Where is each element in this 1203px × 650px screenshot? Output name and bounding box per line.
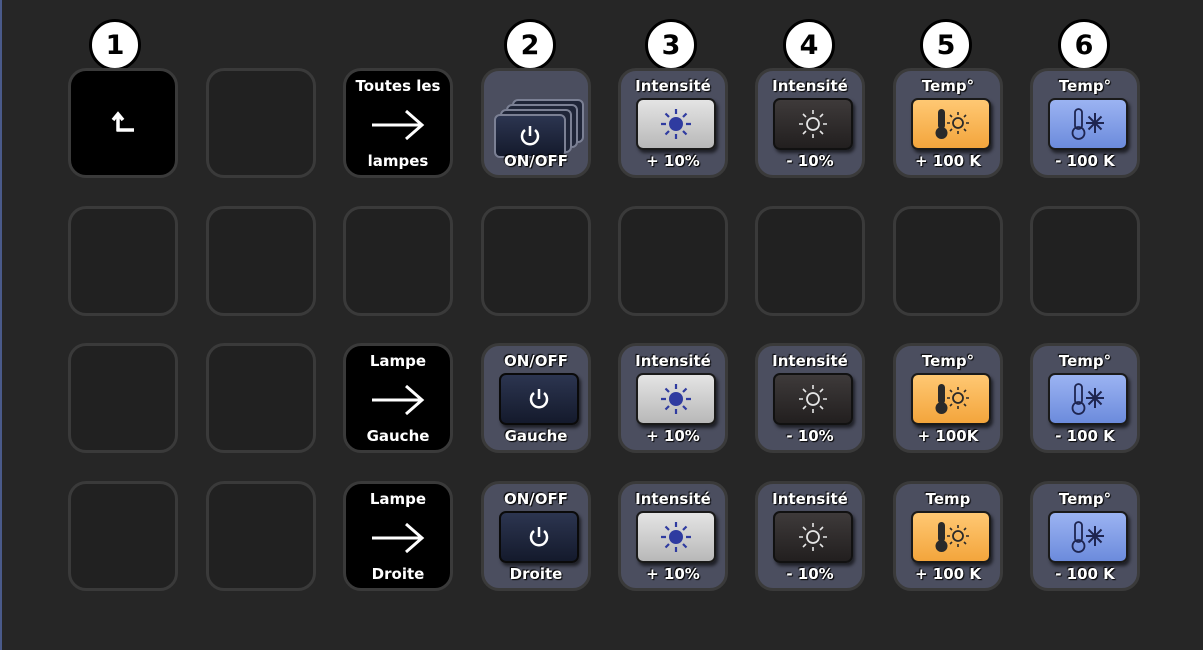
- temp-label: Temp°: [1058, 352, 1112, 370]
- thermometer-sun-icon: [911, 373, 991, 425]
- intensity-plus-value: + 10%: [646, 427, 700, 445]
- left-lamp-folder-button[interactable]: Lampe Gauche: [343, 343, 453, 453]
- right-arrow-icon: [346, 380, 450, 420]
- intensity-label: Intensité: [635, 352, 711, 370]
- step-badge-4: 4: [783, 19, 835, 71]
- power-icon: [520, 126, 540, 146]
- empty-key[interactable]: [68, 206, 178, 316]
- all-temp-minus-button[interactable]: Temp° - 100 K: [1030, 68, 1140, 178]
- sun-filled-icon: [636, 373, 716, 425]
- empty-key[interactable]: [206, 68, 316, 178]
- sun-filled-icon: [636, 98, 716, 150]
- empty-key[interactable]: [343, 206, 453, 316]
- temp-plus-value: + 100 K: [915, 565, 981, 583]
- intensity-minus-value: - 10%: [786, 565, 834, 583]
- multi-action-stack-icon: [494, 95, 586, 158]
- all-onoff-button[interactable]: ON/OFF: [481, 68, 591, 178]
- empty-key[interactable]: [618, 206, 728, 316]
- temp-label: Temp°: [921, 352, 975, 370]
- lamp-label-bottom: Gauche: [366, 427, 430, 445]
- step-badge-6: 6: [1058, 19, 1110, 71]
- empty-key[interactable]: [481, 206, 591, 316]
- sun-filled-icon: [636, 511, 716, 563]
- empty-key[interactable]: [755, 206, 865, 316]
- empty-key[interactable]: [68, 481, 178, 591]
- left-temp-minus-button[interactable]: Temp° - 100 K: [1030, 343, 1140, 453]
- onoff-side-label: Droite: [509, 565, 563, 583]
- temp-label: Temp°: [921, 77, 975, 95]
- all-intensity-minus-button[interactable]: Intensité - 10%: [755, 68, 865, 178]
- temp-plus-value: + 100K: [917, 427, 979, 445]
- intensity-plus-value: + 10%: [646, 152, 700, 170]
- all-lamps-folder-button[interactable]: Toutes les lampes: [343, 68, 453, 178]
- all-intensity-plus-button[interactable]: Intensité + 10%: [618, 68, 728, 178]
- intensity-label: Intensité: [772, 77, 848, 95]
- right-intensity-minus-button[interactable]: Intensité - 10%: [755, 481, 865, 591]
- empty-key[interactable]: [68, 343, 178, 453]
- stream-deck-grid: 1 2 3 4 5 6 Toutes les lampes ON/OFF Int…: [0, 0, 1203, 650]
- intensity-plus-value: + 10%: [646, 565, 700, 583]
- empty-key[interactable]: [206, 206, 316, 316]
- right-temp-plus-button[interactable]: Temp + 100 K: [893, 481, 1003, 591]
- lamp-label-top: Lampe: [369, 352, 427, 370]
- thermometer-snowflake-icon: [1048, 511, 1128, 563]
- temp-label: Temp°: [1058, 77, 1112, 95]
- temp-minus-value: - 100 K: [1055, 427, 1115, 445]
- temp-minus-value: - 100 K: [1055, 152, 1115, 170]
- intensity-label: Intensité: [772, 490, 848, 508]
- thermometer-sun-icon: [911, 98, 991, 150]
- all-temp-plus-button[interactable]: Temp° + 100 K: [893, 68, 1003, 178]
- all-onoff-label: ON/OFF: [503, 152, 569, 170]
- lamp-label-bottom: Droite: [371, 565, 425, 583]
- temp-plus-value: + 100 K: [915, 152, 981, 170]
- empty-key[interactable]: [1030, 206, 1140, 316]
- step-badge-3: 3: [645, 19, 697, 71]
- left-onoff-button[interactable]: ON/OFF Gauche: [481, 343, 591, 453]
- all-lamps-label-bottom: lampes: [367, 152, 429, 170]
- sun-outline-icon: [773, 98, 853, 150]
- left-intensity-minus-button[interactable]: Intensité - 10%: [755, 343, 865, 453]
- back-arrow-icon: [71, 71, 175, 175]
- back-button[interactable]: [68, 68, 178, 178]
- empty-key[interactable]: [206, 343, 316, 453]
- empty-key[interactable]: [893, 206, 1003, 316]
- step-badge-1: 1: [89, 19, 141, 71]
- step-badge-2: 2: [504, 19, 556, 71]
- temp-label: Temp°: [1058, 490, 1112, 508]
- empty-key[interactable]: [206, 481, 316, 591]
- left-temp-plus-button[interactable]: Temp° + 100K: [893, 343, 1003, 453]
- intensity-label: Intensité: [635, 77, 711, 95]
- temp-minus-value: - 100 K: [1055, 565, 1115, 583]
- right-temp-minus-button[interactable]: Temp° - 100 K: [1030, 481, 1140, 591]
- right-intensity-plus-button[interactable]: Intensité + 10%: [618, 481, 728, 591]
- intensity-minus-value: - 10%: [786, 152, 834, 170]
- intensity-label: Intensité: [772, 352, 848, 370]
- power-icon: [499, 373, 579, 425]
- right-arrow-icon: [346, 105, 450, 145]
- thermometer-snowflake-icon: [1048, 98, 1128, 150]
- power-icon: [499, 511, 579, 563]
- right-arrow-icon: [346, 518, 450, 558]
- right-onoff-button[interactable]: ON/OFF Droite: [481, 481, 591, 591]
- temp-label: Temp: [925, 490, 971, 508]
- right-lamp-folder-button[interactable]: Lampe Droite: [343, 481, 453, 591]
- all-lamps-label-top: Toutes les: [355, 77, 441, 95]
- onoff-label: ON/OFF: [503, 490, 569, 508]
- lamp-label-top: Lampe: [369, 490, 427, 508]
- intensity-label: Intensité: [635, 490, 711, 508]
- intensity-minus-value: - 10%: [786, 427, 834, 445]
- sun-outline-icon: [773, 373, 853, 425]
- onoff-label: ON/OFF: [503, 352, 569, 370]
- onoff-side-label: Gauche: [504, 427, 568, 445]
- thermometer-snowflake-icon: [1048, 373, 1128, 425]
- step-badge-5: 5: [920, 19, 972, 71]
- thermometer-sun-icon: [911, 511, 991, 563]
- left-intensity-plus-button[interactable]: Intensité + 10%: [618, 343, 728, 453]
- sun-outline-icon: [773, 511, 853, 563]
